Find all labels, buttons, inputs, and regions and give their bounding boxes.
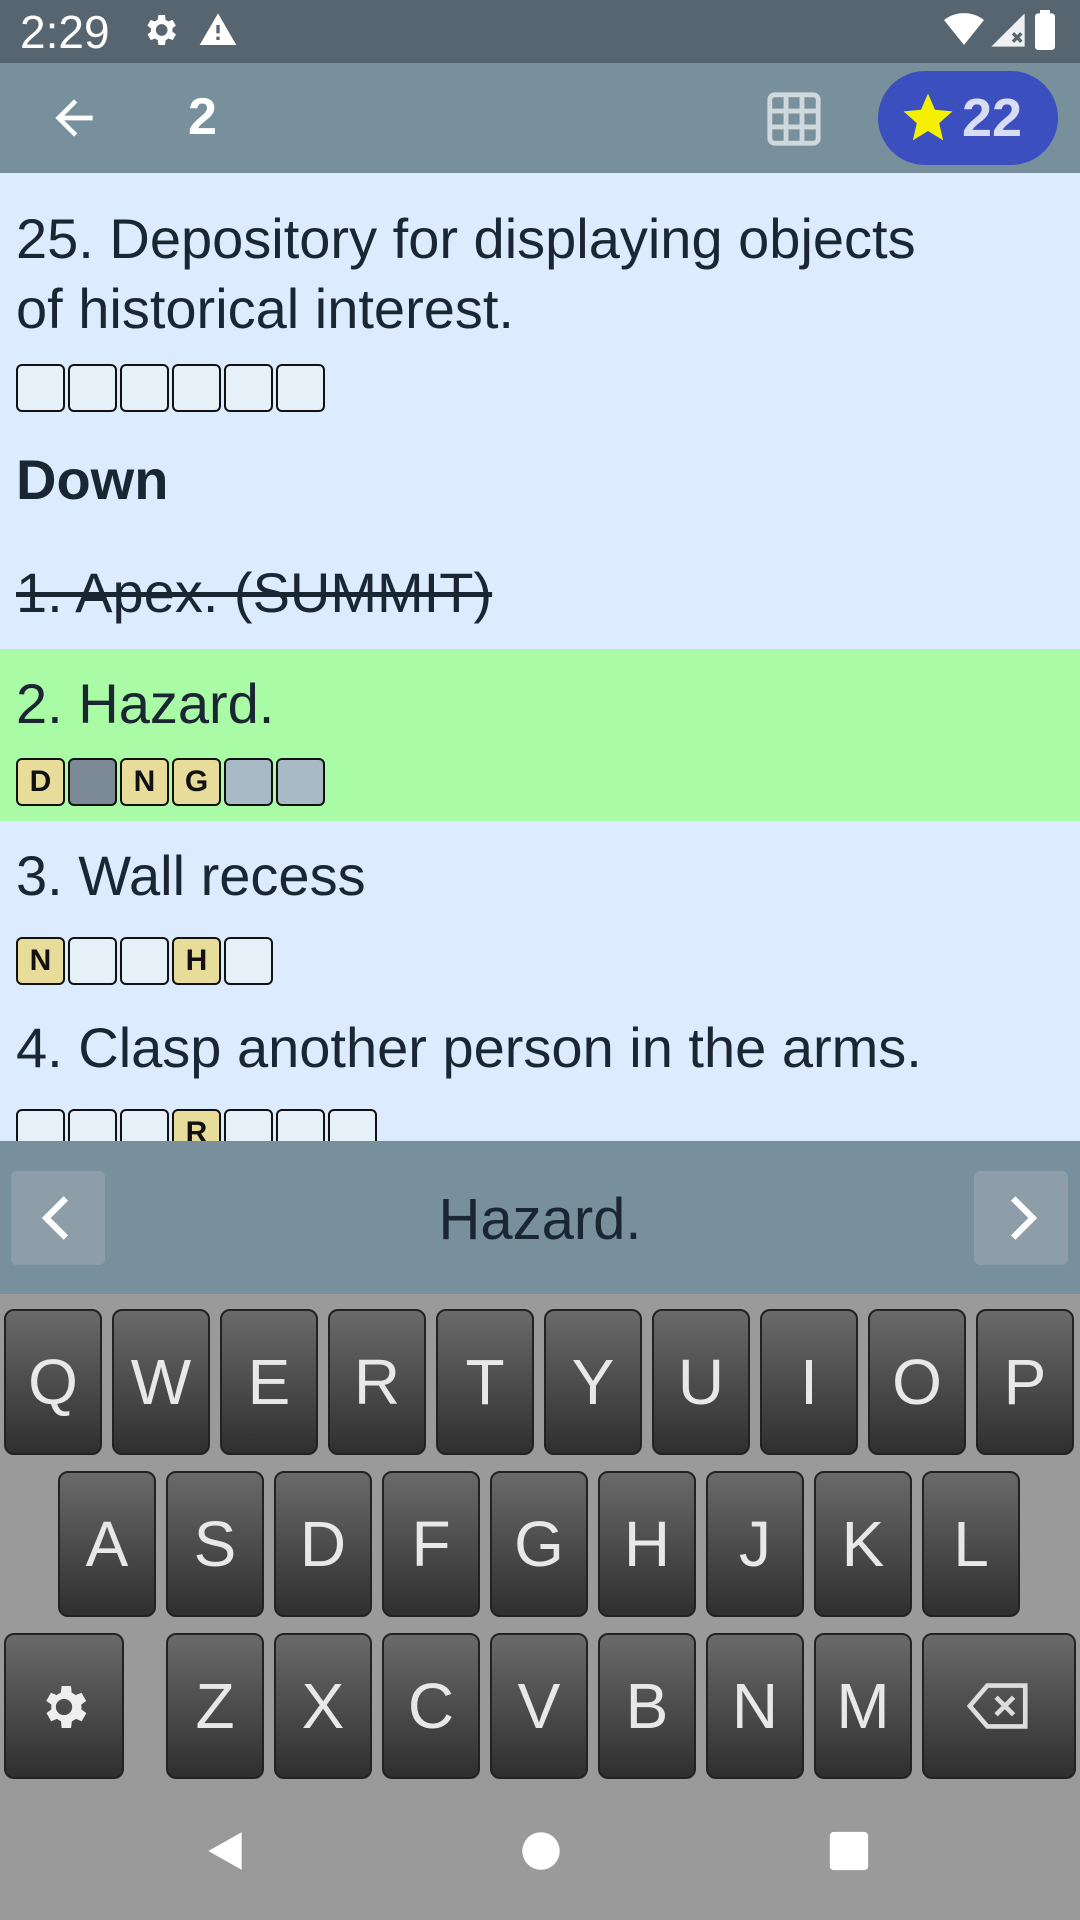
gear-icon [46,1686,87,1728]
wifi-icon [944,13,984,45]
clue-2-selected-row[interactable]: 2. Hazard. D N G [0,649,1080,821]
down-heading: Down [16,448,169,511]
keyboard: Q W E R T Y U I O P A S D F G H J K L Z … [0,1294,1080,1784]
key-w[interactable]: W [112,1309,210,1455]
key-d[interactable]: D [274,1471,372,1617]
key-k[interactable]: K [814,1471,912,1617]
letter-box[interactable] [224,758,273,806]
clue-2-text: 2. Hazard. [16,672,275,735]
status-time: 2:29 [20,6,110,58]
nav-back-icon[interactable] [200,1826,250,1876]
clue-25-text-line1: 25. Depository for displaying objects [16,207,916,270]
current-clue-hint: Hazard. [438,1187,642,1252]
key-l[interactable]: L [922,1471,1020,1617]
letter-box[interactable] [16,1109,65,1141]
letter-box[interactable] [224,1109,273,1141]
next-clue-button[interactable] [974,1171,1068,1265]
key-p[interactable]: P [976,1309,1074,1455]
letter-box[interactable]: G [172,758,221,806]
key-a[interactable]: A [58,1471,156,1617]
key-y[interactable]: Y [544,1309,642,1455]
grid-view-icon[interactable] [765,90,823,148]
letter-box[interactable] [224,364,273,412]
nav-recents-icon[interactable] [826,1828,872,1874]
letter-box[interactable]: R [172,1109,221,1141]
letter-box-active[interactable] [68,758,117,806]
battery-icon [1035,10,1055,50]
letter-box[interactable] [328,1109,377,1141]
previous-clue-button[interactable] [11,1171,105,1265]
key-e[interactable]: E [220,1309,318,1455]
settings-status-icon [147,15,176,45]
letter-box[interactable]: D [16,758,65,806]
clue-25-text-line2: of historical interest. [16,277,514,340]
backspace-icon [966,1683,1028,1729]
key-c[interactable]: C [382,1633,480,1779]
key-o[interactable]: O [868,1309,966,1455]
clue-list[interactable]: 25. Depository for displaying objects of… [0,173,1080,1141]
chevron-left-icon [41,1196,69,1240]
letter-box[interactable]: N [16,937,65,985]
key-g[interactable]: G [490,1471,588,1617]
keyboard-settings-button[interactable] [4,1633,124,1779]
letter-box[interactable] [16,364,65,412]
key-f[interactable]: F [382,1471,480,1617]
clue-25-answer-boxes[interactable] [16,364,328,412]
clue-4-text: 4. Clasp another person in the arms. [16,1016,922,1079]
key-i[interactable]: I [760,1309,858,1455]
key-q[interactable]: Q [4,1309,102,1455]
clue-4-answer-boxes[interactable]: R [16,1109,380,1141]
nav-home-icon[interactable] [516,1826,566,1876]
key-r[interactable]: R [328,1309,426,1455]
key-n[interactable]: N [706,1633,804,1779]
current-clue-number: 2 [188,88,217,146]
clue-2-answer-boxes[interactable]: D N G [16,758,328,806]
letter-box[interactable] [276,1109,325,1141]
letter-box[interactable] [120,1109,169,1141]
letter-box[interactable] [276,758,325,806]
cell-signal-icon [991,13,1025,47]
score-button[interactable]: 22 [878,71,1058,165]
letter-box[interactable] [120,364,169,412]
letter-box[interactable] [224,937,273,985]
key-h[interactable]: H [598,1471,696,1617]
key-t[interactable]: T [436,1309,534,1455]
app-bar: 2 22 [0,63,1080,173]
status-bar: 2:29 [0,0,1080,63]
letter-box[interactable] [68,364,117,412]
clue-3-text: 3. Wall recess [16,844,366,907]
letter-box[interactable] [120,937,169,985]
key-u[interactable]: U [652,1309,750,1455]
clue-1-text[interactable]: 1. Apex. (SUMMIT) [16,558,492,628]
back-arrow-icon[interactable] [44,90,104,146]
score-value: 22 [962,88,1023,148]
key-j[interactable]: J [706,1471,804,1617]
key-s[interactable]: S [166,1471,264,1617]
hint-bar: Hazard. [0,1141,1080,1294]
letter-box[interactable]: N [120,758,169,806]
chevron-right-icon [1010,1196,1038,1240]
letter-box[interactable] [68,1109,117,1141]
letter-box[interactable]: H [172,937,221,985]
letter-box[interactable] [68,937,117,985]
system-nav-bar [0,1784,1080,1920]
key-m[interactable]: M [814,1633,912,1779]
key-v[interactable]: V [490,1633,588,1779]
letter-box[interactable] [276,364,325,412]
star-icon [903,93,953,141]
letter-box[interactable] [172,364,221,412]
key-b[interactable]: B [598,1633,696,1779]
clue-3-answer-boxes[interactable]: N H [16,937,276,985]
alert-status-icon [199,13,237,46]
backspace-button[interactable] [922,1633,1076,1779]
key-z[interactable]: Z [166,1633,264,1779]
key-x[interactable]: X [274,1633,372,1779]
